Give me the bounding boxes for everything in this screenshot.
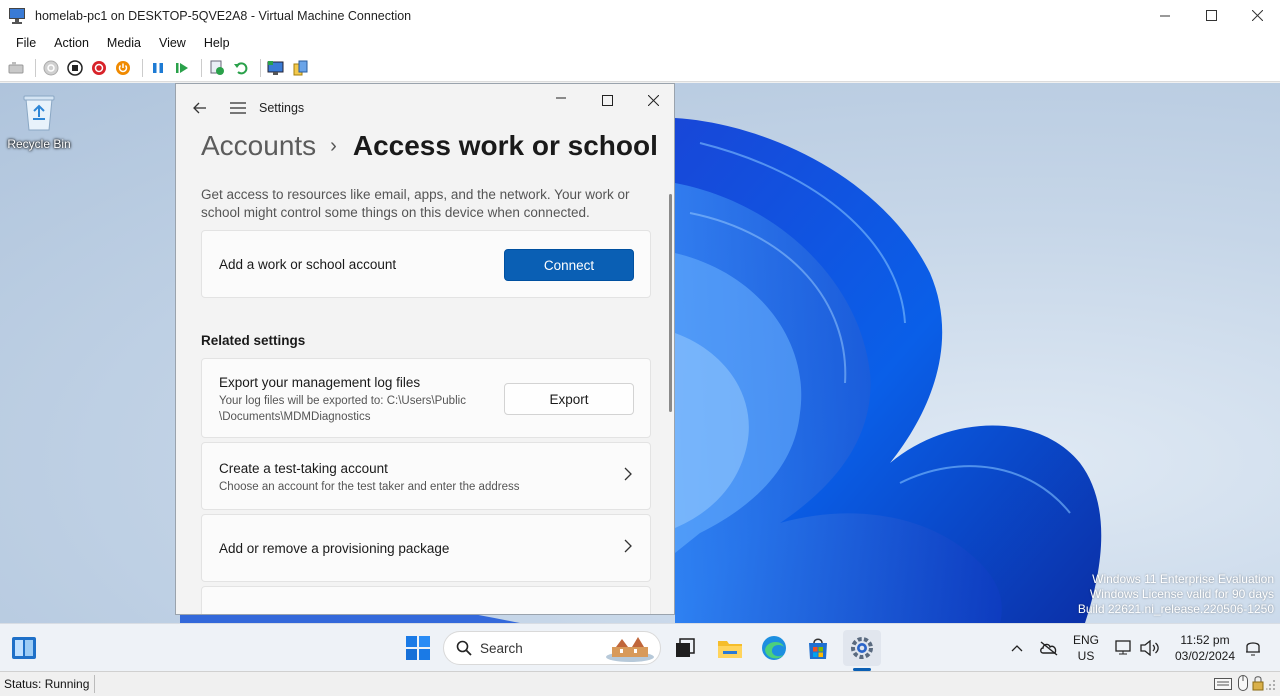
chevron-right-icon [624,467,632,486]
network-icon[interactable] [1112,630,1136,666]
menu-help[interactable]: Help [195,36,239,50]
connect-button[interactable]: Connect [504,249,634,281]
watermark-line-1: Windows 11 Enterprise Evaluation [1092,572,1274,586]
vm-titlebar: homelab-pc1 on DESKTOP-5QVE2A8 - Virtual… [0,0,1280,31]
file-explorer-icon[interactable] [714,630,746,666]
start-icon[interactable] [41,58,61,78]
onedrive-offline-icon[interactable] [1036,630,1062,666]
settings-close-button[interactable] [630,84,674,116]
language-line-1: ENG [1072,633,1099,647]
breadcrumb-accounts[interactable]: Accounts [201,130,316,162]
test-account-card[interactable]: Create a test-taking account Choose an a… [201,442,651,510]
recycle-bin[interactable]: Recycle Bin [6,93,72,151]
turn-off-icon[interactable] [65,58,85,78]
clock[interactable]: 11:52 pm 03/02/2024 [1168,630,1242,666]
search-highlight-image [606,637,654,662]
back-button[interactable] [181,92,219,124]
add-account-card: Add a work or school account Connect [201,230,651,298]
language-indicator[interactable]: ENG US [1070,630,1102,666]
vm-toolbar [0,54,1280,82]
chevron-right-icon [624,539,632,558]
revert-icon[interactable] [231,58,251,78]
shutdown-icon[interactable] [89,58,109,78]
related-settings-heading: Related settings [201,333,306,348]
recycle-bin-icon [22,93,56,131]
task-view-icon[interactable] [670,630,700,666]
settings-app-icon[interactable] [843,630,881,666]
settings-minimize-button[interactable] [538,84,584,116]
search-icon [456,640,472,656]
vm-connection-icon [9,7,27,24]
settings-window: Settings Accounts › Access work or schoo… [175,83,675,615]
start-menu-icon[interactable] [402,630,434,666]
evaluation-watermark: Windows 11 Enterprise Evaluation Windows… [1078,572,1274,617]
vm-window-title: homelab-pc1 on DESKTOP-5QVE2A8 - Virtual… [35,8,412,23]
keyboard-icon [1214,677,1232,695]
mouse-icon [1238,675,1248,696]
watermark-line-2: Windows License valid for 90 days [1089,587,1274,601]
export-logs-path-line-2: \Documents\MDMDiagnostics [219,411,371,423]
export-logs-card: Export your management log files Your lo… [201,358,651,438]
settings-app-title: Settings [259,101,305,115]
add-account-label: Add a work or school account [219,257,397,272]
provisioning-title: Add or remove a provisioning package [219,541,450,556]
share-icon[interactable] [290,58,310,78]
guest-desktop: Recycle Bin Windows 11 Enterprise Evalua… [0,83,1280,623]
settings-titlebar: Settings [176,84,674,132]
vm-menubar: File Action Media View Help [0,31,1280,54]
toolbar-separator [142,58,143,77]
export-logs-path-line-1: Your log files will be exported to: C:\U… [219,395,466,407]
menu-view[interactable]: View [150,36,195,50]
resize-grip-icon[interactable] [1266,677,1276,695]
taskbar: Search ENG US 11:52 pm 03/02/2024 [0,623,1280,671]
pause-icon[interactable] [148,58,168,78]
export-logs-title: Export your management log files [219,375,421,390]
power-button-icon[interactable] [113,58,133,78]
minimize-button[interactable] [1142,0,1188,31]
settings-scrollbar[interactable] [669,194,672,412]
settings-maximize-button[interactable] [584,84,630,116]
toolbar-separator [201,58,202,77]
vm-status-text: Status: Running [4,677,90,691]
edge-browser-icon[interactable] [758,630,790,666]
hamburger-menu-icon[interactable] [219,92,257,124]
menu-action[interactable]: Action [45,36,98,50]
status-divider [94,675,95,693]
microsoft-store-icon[interactable] [802,630,834,666]
test-account-sub: Choose an account for the test taker and… [219,481,520,493]
clock-date: 03/02/2024 [1174,649,1236,663]
clock-time: 11:52 pm [1180,633,1230,647]
recycle-bin-label: Recycle Bin [7,137,71,151]
next-setting-card[interactable] [201,586,651,614]
show-hidden-icons-chevron-icon[interactable] [1006,630,1028,666]
notifications-icon[interactable] [1243,630,1263,666]
page-title: Access work or school [352,130,658,161]
lock-icon [1252,675,1264,696]
watermark-line-3: Build 22621.ni_release.220506-1250 [1077,602,1274,616]
test-account-title: Create a test-taking account [219,461,388,476]
taskbar-search[interactable]: Search [443,631,661,665]
search-label: Search [480,640,523,656]
provisioning-card[interactable]: Add or remove a provisioning package [201,514,651,582]
menu-media[interactable]: Media [98,36,150,50]
close-button[interactable] [1234,0,1280,31]
toolbar-separator [35,58,36,77]
maximize-button[interactable] [1188,0,1234,31]
toolbar-separator [260,58,261,77]
ctrl-alt-del-icon[interactable] [6,58,26,78]
widgets-icon[interactable] [8,630,40,666]
export-button[interactable]: Export [504,383,634,415]
resume-icon[interactable] [172,58,192,78]
menu-file[interactable]: File [7,36,45,50]
breadcrumb-chevron-icon: › [330,135,337,157]
vm-statusbar: Status: Running [0,671,1280,696]
language-line-2: US [1077,649,1095,663]
breadcrumb: Accounts › Access work or school [201,130,658,162]
enhanced-session-icon[interactable] [266,58,286,78]
volume-icon[interactable] [1138,630,1162,666]
intro-text: Get access to resources like email, apps… [201,187,630,220]
checkpoint-icon[interactable] [207,58,227,78]
